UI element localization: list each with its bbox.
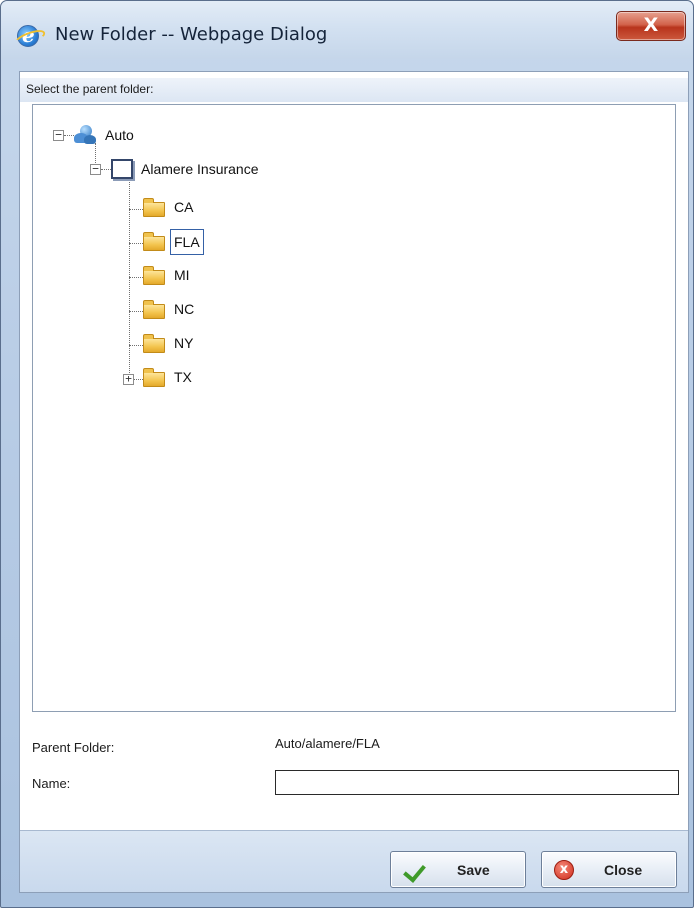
folder-tree[interactable]: − Auto − Alamere Insurance CA FLA MI NC …: [32, 104, 676, 712]
tree-connector: [129, 243, 143, 244]
tree-node-nc[interactable]: NC: [174, 298, 194, 320]
folder-icon: [143, 334, 165, 353]
tree-connector: [129, 277, 143, 278]
tree-connector: [129, 177, 130, 379]
tree-connector: [134, 379, 143, 380]
checkmark-icon: [405, 859, 429, 881]
save-button[interactable]: Save: [390, 851, 526, 888]
close-button[interactable]: x Close: [541, 851, 677, 888]
save-button-label: Save: [457, 862, 490, 878]
tree-connector: [129, 311, 143, 312]
folder-icon: [143, 300, 165, 319]
tree-connector: [95, 143, 96, 163]
folder-icon: [143, 368, 165, 387]
collapse-toggle-auto[interactable]: −: [53, 129, 64, 141]
collapse-toggle-alamere[interactable]: −: [90, 163, 101, 175]
title-bar[interactable]: New Folder -- Webpage Dialog X: [1, 1, 693, 59]
tree-node-ca[interactable]: CA: [174, 196, 193, 218]
window-close-button[interactable]: X: [616, 11, 686, 41]
dialog-body: Select the parent folder: − Auto − Alame…: [19, 71, 689, 893]
expand-toggle-tx[interactable]: +: [123, 373, 134, 385]
tree-node-tx[interactable]: TX: [174, 366, 192, 388]
tree-connector: [64, 135, 74, 136]
window-title: New Folder -- Webpage Dialog: [55, 24, 328, 45]
globe-people-icon: [74, 125, 96, 145]
tree-node-ny[interactable]: NY: [174, 332, 193, 354]
ie-icon: [17, 23, 39, 47]
folder-icon: [143, 232, 165, 251]
close-circle-icon: x: [554, 860, 574, 880]
name-label: Name:: [32, 776, 71, 791]
name-input[interactable]: [275, 770, 679, 795]
dialog-window: New Folder -- Webpage Dialog X Select th…: [0, 0, 694, 908]
tree-connector: [129, 209, 143, 210]
parent-folder-value: Auto/alamere/FLA: [275, 736, 380, 751]
tree-connector: [101, 169, 111, 170]
folder-icon: [143, 198, 165, 217]
tree-node-mi[interactable]: MI: [174, 264, 190, 286]
folder-icon: [143, 266, 165, 285]
button-bar: Save x Close: [20, 830, 688, 892]
close-button-label: Close: [604, 862, 643, 878]
tree-connector: [129, 345, 143, 346]
company-icon: [111, 159, 133, 179]
tree-node-alamere-insurance[interactable]: Alamere Insurance: [141, 158, 259, 180]
tree-node-auto[interactable]: Auto: [105, 124, 134, 146]
tree-node-fla-selected[interactable]: FLA: [170, 229, 204, 255]
parent-folder-label: Parent Folder:: [32, 740, 115, 755]
section-label: Select the parent folder:: [20, 78, 688, 102]
